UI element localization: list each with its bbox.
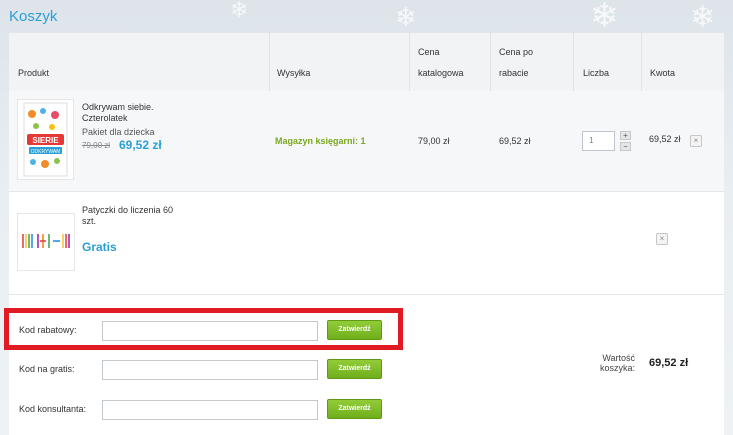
column-divider <box>409 33 410 91</box>
close-icon[interactable]: × <box>690 135 702 147</box>
header-amount: Kwota <box>650 68 676 78</box>
apply-gift-code-button[interactable]: Zatwierdź <box>327 359 382 379</box>
cart-total-value: 69,52 zł <box>649 357 689 369</box>
column-divider <box>269 33 270 91</box>
column-divider <box>573 33 574 91</box>
snowflake-decoration-icon: ❄ <box>690 0 716 35</box>
product-thumbnail[interactable]: SIERIE ODKRYWAM <box>17 99 74 180</box>
discount-price-value: 69,52 zł <box>499 136 531 146</box>
gift-code-input[interactable] <box>102 360 318 380</box>
header-quantity: Liczba <box>583 68 610 78</box>
product-name-line2[interactable]: szt. <box>82 216 96 227</box>
cart-table-header: Produkt Wysyłka Cena katalogowa Cena po … <box>9 33 724 91</box>
product-name-line1[interactable]: Odkrywam siebie. <box>82 102 154 113</box>
cart-panel: Produkt Wysyłka Cena katalogowa Cena po … <box>9 33 724 435</box>
cart-item-row: Patyczki do liczenia 60 szt. Gratis × <box>9 193 724 295</box>
plus-icon[interactable]: + <box>620 131 631 140</box>
stock-status: Magazyn księgarni: 1 <box>275 136 366 146</box>
cart-total-label-line2: koszyka: <box>599 363 635 373</box>
book-cover-image: SIERIE ODKRYWAM <box>23 102 68 177</box>
item-amount: 69,52 zł <box>649 134 681 144</box>
apply-consultant-code-button[interactable]: Zatwierdź <box>327 399 382 419</box>
cart-total-label-line1: Wartość <box>602 353 635 363</box>
svg-text:SIERIE: SIERIE <box>32 136 59 145</box>
svg-text:ODKRYWAM: ODKRYWAM <box>31 149 61 155</box>
close-icon[interactable]: × <box>656 233 668 245</box>
column-divider <box>641 33 642 91</box>
product-price: 69,52 zł <box>119 138 162 152</box>
highlight-frame <box>4 308 403 350</box>
header-list-price-line2: katalogowa <box>418 68 464 78</box>
snowflake-decoration-icon: ❄ <box>230 0 249 23</box>
counting-sticks-image <box>22 234 70 248</box>
product-name-line1[interactable]: Patyczki do liczenia 60 <box>82 205 173 216</box>
consultant-code-input[interactable] <box>102 400 318 420</box>
header-shipping: Wysyłka <box>277 68 311 78</box>
header-list-price-line1: Cena <box>418 47 440 57</box>
column-divider <box>490 33 491 91</box>
consultant-code-label: Kod konsultanta: <box>19 404 87 414</box>
header-discount-price-line1: Cena po <box>499 47 534 57</box>
header-discount-price-line2: rabacie <box>499 68 529 78</box>
page-title: Koszyk <box>9 8 58 25</box>
gift-price-label: Gratis <box>82 240 117 254</box>
list-price-value: 79,00 zł <box>418 136 450 146</box>
minus-icon[interactable]: − <box>620 142 631 151</box>
product-subtitle: Pakiet dla dziecka <box>82 127 155 137</box>
snowflake-decoration-icon: ❄ <box>590 0 619 36</box>
product-name-line2[interactable]: Czterolatek <box>82 113 128 124</box>
header-product: Produkt <box>18 68 50 78</box>
product-old-price: 79,00 zł <box>82 141 111 150</box>
gift-code-label: Kod na gratis: <box>19 364 75 374</box>
quantity-input[interactable]: 1 <box>582 131 615 151</box>
product-thumbnail[interactable] <box>17 213 75 271</box>
snowflake-decoration-icon: ❄ <box>395 3 417 33</box>
cart-item-row: SIERIE ODKRYWAM Odkrywam siebie. Czterol… <box>9 91 724 192</box>
